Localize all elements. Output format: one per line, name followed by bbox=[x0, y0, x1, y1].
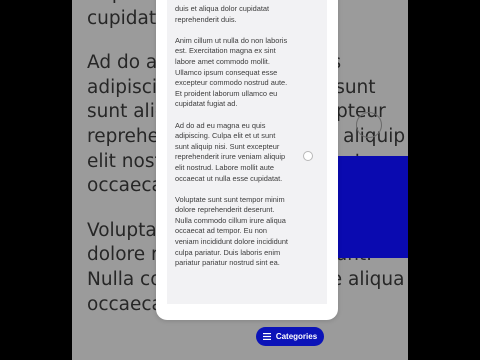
menu-icon bbox=[262, 333, 271, 340]
document-paragraph: Ad do ad eu magna eu quis adipiscing. Cu… bbox=[175, 120, 286, 183]
document-text: duis et aliqua dolor cupidatat reprehend… bbox=[175, 4, 325, 279]
document-paragraph: Voluptate sunt sunt tempor minim dolore … bbox=[175, 194, 288, 268]
document-paragraph: duis et aliqua dolor cupidatat reprehend… bbox=[175, 4, 270, 24]
touch-cursor-icon bbox=[303, 151, 313, 161]
document-scroll-area[interactable]: duis et aliqua dolor cupidatat reprehend… bbox=[167, 0, 327, 304]
document-paragraph: Anim cillum ut nulla do non laboris est.… bbox=[175, 35, 288, 109]
categories-button[interactable]: Categories bbox=[256, 327, 324, 346]
document-card[interactable]: duis et aliqua dolor cupidatat reprehend… bbox=[156, 0, 338, 320]
categories-button-label: Categories bbox=[275, 332, 318, 341]
background-ring-icon bbox=[356, 112, 382, 138]
app-screen: Et proident laborum ullamco eu cupidatat… bbox=[72, 0, 408, 360]
background-accent-panel bbox=[334, 156, 408, 258]
